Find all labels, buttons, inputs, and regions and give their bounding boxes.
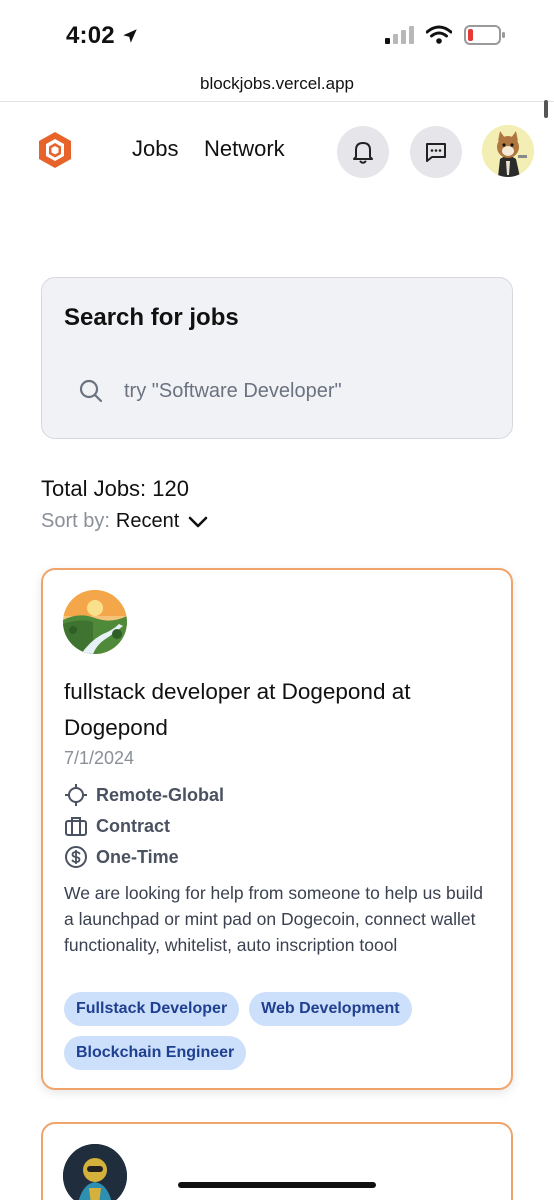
app-header: Jobs Network [0,118,554,184]
search-card: Search for jobs [41,277,513,439]
user-avatar[interactable] [482,125,534,177]
job-payment-label: One-Time [96,846,179,867]
job-location: Remote-Global [64,783,224,807]
job-type-label: Contract [96,815,171,836]
messages-button[interactable] [410,126,462,178]
status-icons [384,24,506,46]
search-row[interactable] [78,378,484,404]
company-logo [63,1144,127,1200]
search-input[interactable] [124,379,484,403]
status-time: 4:02 [66,22,139,50]
dollar-circle-icon [65,846,87,868]
dogepond-logo-icon [63,590,127,654]
wifi-icon [426,25,452,44]
job-tags: Fullstack Developer Web Development Bloc… [64,992,494,1070]
crosshair-icon [65,784,87,806]
job-card[interactable] [41,1122,513,1200]
briefcase-icon [65,817,87,836]
sort-label: Sort by: [41,510,110,532]
company-logo [63,590,127,654]
time-label: 4:02 [66,22,115,49]
job-payment: One-Time [64,845,179,869]
job-title[interactable]: fullstack developer at Dogepond at Dogep… [64,674,494,746]
job-date: 7/1/2024 [64,748,135,768]
job-location-label: Remote-Global [96,784,225,805]
notifications-button[interactable] [337,126,389,178]
sort-value: Recent [115,510,180,532]
cat-avatar-icon [482,125,534,177]
scrollbar-thumb[interactable] [544,100,548,118]
tag-blockchain-engineer[interactable]: Blockchain Engineer [64,1036,247,1070]
nav-jobs-link[interactable]: Jobs [132,136,178,162]
search-title: Search for jobs [64,304,239,331]
nav-network-link[interactable]: Network [204,136,285,162]
job-description: We are looking for help from someone to … [64,883,483,955]
url-text: blockjobs.vercel.app [199,74,355,93]
cellular-signal-icon [385,26,414,44]
status-bar: 4:02 [0,0,554,72]
battery-low-icon [464,25,505,45]
blockjobs-logo-icon[interactable] [38,131,72,169]
bell-icon [353,142,373,164]
message-icon [426,143,446,162]
sort-dropdown[interactable]: Sort by: Recent [41,510,211,533]
tag-fullstack-developer[interactable]: Fullstack Developer [64,992,240,1026]
url-bar[interactable]: blockjobs.vercel.app [0,68,554,102]
home-indicator[interactable] [178,1182,376,1188]
job-card[interactable]: fullstack developer at Dogepond at Dogep… [41,568,513,1090]
job-type: Contract [64,814,170,838]
tag-web-development[interactable]: Web Development [249,992,412,1026]
search-icon [79,379,103,403]
total-jobs: Total Jobs: 120 [41,476,189,501]
location-arrow-icon [123,29,137,43]
astronaut-logo-icon [63,1144,127,1200]
chevron-down-icon [188,516,208,527]
